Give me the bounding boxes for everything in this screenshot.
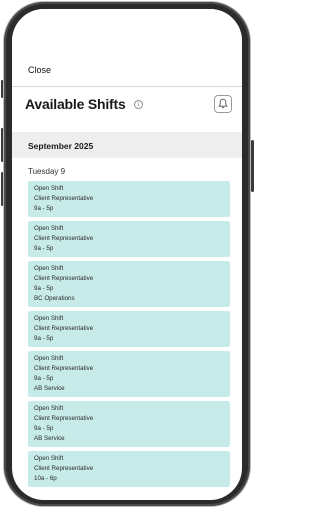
top-bar: Close [12,9,242,87]
shift-location: AB Service [34,385,65,392]
close-button[interactable]: Close [28,65,51,75]
shift-time: 9a - 5p [34,335,54,342]
shift-time: 9a - 5p [34,425,54,432]
shift-role: Client Representative [34,365,94,372]
month-label: September 2025 [28,141,94,151]
shift-role: Client Representative [34,235,94,242]
shift-time: 10a - 6p [34,475,57,482]
shift-card[interactable]: Open Shift Client Representative 9a - 5p… [28,351,230,397]
shift-location: BC Operations [34,295,75,302]
shift-status: Open Shift [34,315,64,322]
shift-card[interactable]: Open Shift Client Representative 9a - 5p… [28,401,230,447]
month-header: September 2025 [12,132,242,158]
shift-status: Open Shift [34,455,64,462]
shift-card[interactable]: Open Shift Client Representative 9a - 5p [28,221,230,257]
shift-list: Open Shift Client Representative 9a - 5p… [28,181,230,491]
bell-icon [218,98,228,109]
shift-time: 9a - 5p [34,205,54,212]
shift-card[interactable]: Open Shift Client Representative 9a - 5p… [28,261,230,307]
shift-role: Client Representative [34,325,94,332]
shift-location: AB Service [34,435,65,442]
notifications-button[interactable] [214,95,232,113]
shift-status: Open Shift [34,185,64,192]
phone-right-button [251,140,254,192]
shift-status: Open Shift [34,405,64,412]
title-row: Available Shifts i [25,93,232,121]
shift-status: Open Shift [34,265,64,272]
shift-time: 9a - 5p [34,285,54,292]
shift-role: Client Representative [34,465,94,472]
day-label: Tuesday 9 [28,167,66,176]
header-divider [12,86,242,87]
shift-card[interactable]: Open Shift Client Representative 9a - 5p [28,311,230,347]
page-title: Available Shifts [25,96,126,112]
shift-role: Client Representative [34,415,94,422]
shift-status: Open Shift [34,225,64,232]
shift-card[interactable]: Open Shift Client Representative 10a - 6… [28,451,230,487]
shift-time: 9a - 5p [34,375,54,382]
shift-card[interactable]: Open Shift Client Representative 9a - 5p [28,181,230,217]
device-stage: Close Available Shifts i September 2025 … [0,0,260,512]
shift-role: Client Representative [34,195,94,202]
phone-screen: Close Available Shifts i September 2025 … [12,9,242,500]
shift-time: 9a - 5p [34,245,54,252]
info-icon[interactable]: i [134,100,143,109]
shift-status: Open Shift [34,355,64,362]
shift-role: Client Representative [34,275,94,282]
